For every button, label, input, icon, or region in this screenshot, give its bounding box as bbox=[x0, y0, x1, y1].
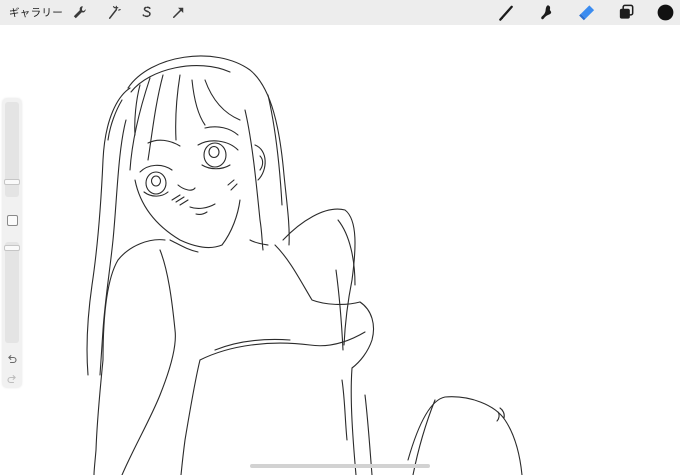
brush-size-slider[interactable] bbox=[4, 102, 20, 197]
brush-icon[interactable] bbox=[497, 3, 516, 22]
transform-arrow-icon[interactable] bbox=[169, 3, 188, 22]
opacity-slider[interactable] bbox=[4, 242, 20, 343]
layers-icon[interactable] bbox=[617, 3, 636, 22]
modify-button[interactable] bbox=[7, 215, 18, 226]
pencil-sketch-drawing bbox=[86, 55, 523, 475]
left-sidebar bbox=[2, 98, 22, 388]
smudge-icon[interactable] bbox=[537, 3, 556, 22]
drawing-canvas[interactable] bbox=[0, 25, 680, 475]
magic-wand-icon[interactable] bbox=[104, 3, 123, 22]
color-icon[interactable] bbox=[656, 3, 675, 22]
gallery-button[interactable]: ギャラリー bbox=[9, 5, 63, 20]
selection-s-icon[interactable] bbox=[137, 3, 156, 22]
eraser-icon[interactable] bbox=[577, 3, 596, 22]
home-indicator bbox=[250, 464, 430, 468]
brush-size-thumb[interactable] bbox=[4, 179, 20, 185]
opacity-thumb[interactable] bbox=[4, 245, 20, 251]
redo-icon[interactable] bbox=[6, 370, 18, 384]
undo-icon[interactable] bbox=[6, 350, 18, 364]
wrench-icon[interactable] bbox=[70, 3, 89, 22]
top-toolbar: ギャラリー bbox=[0, 0, 680, 25]
